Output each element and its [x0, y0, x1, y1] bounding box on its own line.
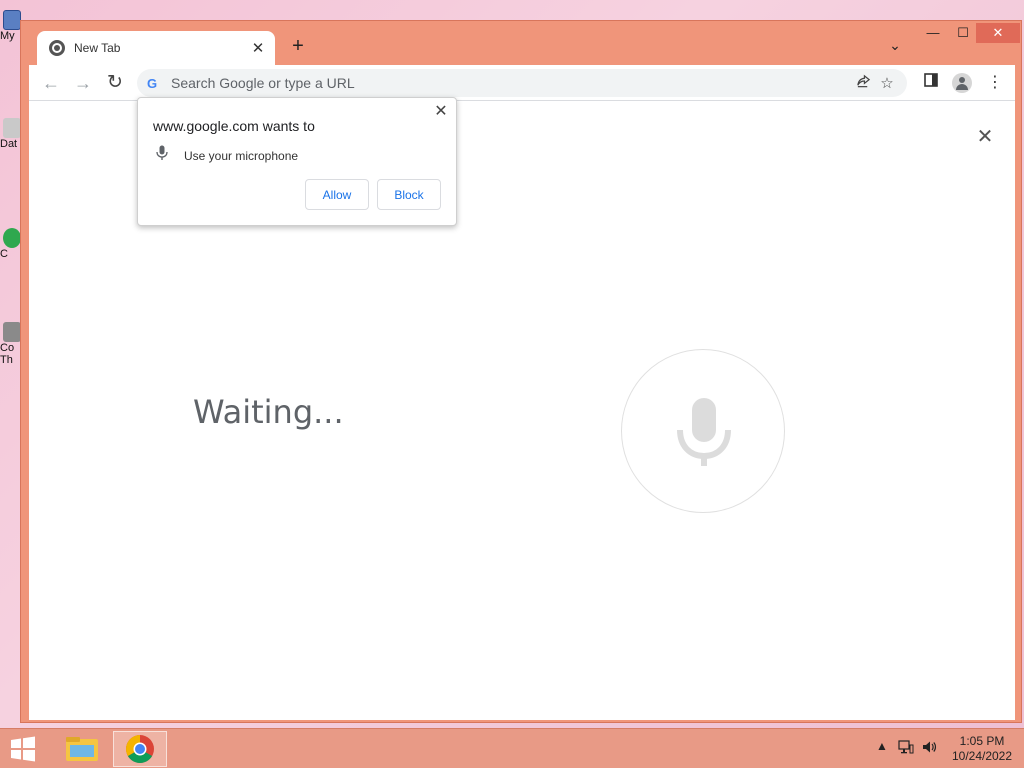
voice-mic-button[interactable]	[621, 349, 785, 513]
system-clock[interactable]: 1:05 PM 10/24/2022	[948, 734, 1016, 764]
share-icon[interactable]	[851, 74, 875, 93]
tab-search-icon[interactable]: ⌄	[885, 37, 905, 57]
profile-avatar-icon	[952, 73, 972, 94]
address-input[interactable]	[171, 75, 851, 91]
minimize-button[interactable]: —	[921, 23, 945, 43]
browser-toolbar: ← → ↻ G ☆ ⋮	[29, 65, 1015, 101]
forward-button[interactable]: →	[71, 71, 95, 95]
microphone-icon	[677, 398, 731, 466]
folder-icon	[3, 118, 21, 138]
clock-date: 10/24/2022	[951, 749, 1013, 763]
block-button[interactable]: Block	[377, 179, 441, 210]
voice-status-text: Waiting...	[193, 393, 344, 431]
app-icon	[3, 228, 21, 248]
start-button[interactable]	[8, 735, 38, 763]
desktop-icon-label: Th	[0, 354, 13, 366]
tab-close-icon[interactable]: ✕	[249, 39, 267, 57]
desktop-icon-app[interactable]: C	[0, 228, 22, 260]
more-menu-icon[interactable]: ⋮	[983, 71, 1007, 95]
network-icon[interactable]	[898, 739, 914, 758]
chrome-icon	[126, 735, 154, 763]
taskbar-chrome[interactable]	[113, 731, 167, 767]
file-explorer-icon	[66, 737, 98, 761]
close-window-button[interactable]: ✕	[976, 23, 1020, 43]
microphone-icon	[156, 145, 168, 166]
permission-popup-title: www.google.com wants to	[153, 118, 315, 134]
chrome-favicon-icon	[49, 40, 65, 56]
omnibox[interactable]: G ☆	[137, 69, 907, 97]
volume-icon[interactable]	[921, 739, 937, 758]
permission-row: Use your microphone	[156, 145, 298, 166]
title-bar: New Tab ✕ + ⌄ — ☐ ✕	[21, 21, 1021, 65]
voice-search-close-icon[interactable]: ✕	[973, 125, 997, 149]
tab-new-tab[interactable]: New Tab ✕	[37, 31, 275, 65]
computer-icon	[3, 10, 21, 30]
desktop-icon-data[interactable]: Dat	[0, 118, 22, 150]
taskbar: ▲ 1:05 PM 10/24/2022	[0, 728, 1024, 768]
bookmark-star-icon[interactable]: ☆	[875, 74, 899, 92]
clock-time: 1:05 PM	[959, 734, 1005, 748]
tray-expand-icon[interactable]: ▲	[876, 739, 888, 753]
control-panel-icon	[3, 322, 21, 342]
windows-logo-icon	[11, 736, 35, 762]
permission-text: Use your microphone	[184, 148, 299, 163]
google-g-icon: G	[147, 75, 158, 91]
new-tab-button[interactable]: +	[287, 35, 309, 57]
profile-button[interactable]	[950, 71, 974, 95]
taskbar-file-explorer[interactable]	[56, 731, 110, 767]
permission-popup: www.google.com wants to ✕ Use your micro…	[137, 97, 457, 226]
back-button[interactable]: ←	[39, 71, 63, 95]
allow-button[interactable]: Allow	[305, 179, 369, 210]
maximize-button[interactable]: ☐	[951, 23, 975, 43]
side-panel-icon[interactable]	[919, 71, 943, 95]
permission-popup-close-icon[interactable]: ✕	[431, 102, 451, 122]
tab-title: New Tab	[74, 41, 121, 55]
desktop-icon-label: Dat	[0, 138, 18, 150]
desktop-icon-my-computer[interactable]: My	[0, 10, 22, 42]
desktop-icon-label: My	[0, 30, 15, 42]
desktop-icon-control[interactable]: Co Th	[0, 322, 22, 366]
desktop-icon-label: C	[0, 248, 8, 260]
reload-button[interactable]: ↻	[103, 71, 127, 95]
desktop-icon-label: Co	[0, 342, 15, 354]
